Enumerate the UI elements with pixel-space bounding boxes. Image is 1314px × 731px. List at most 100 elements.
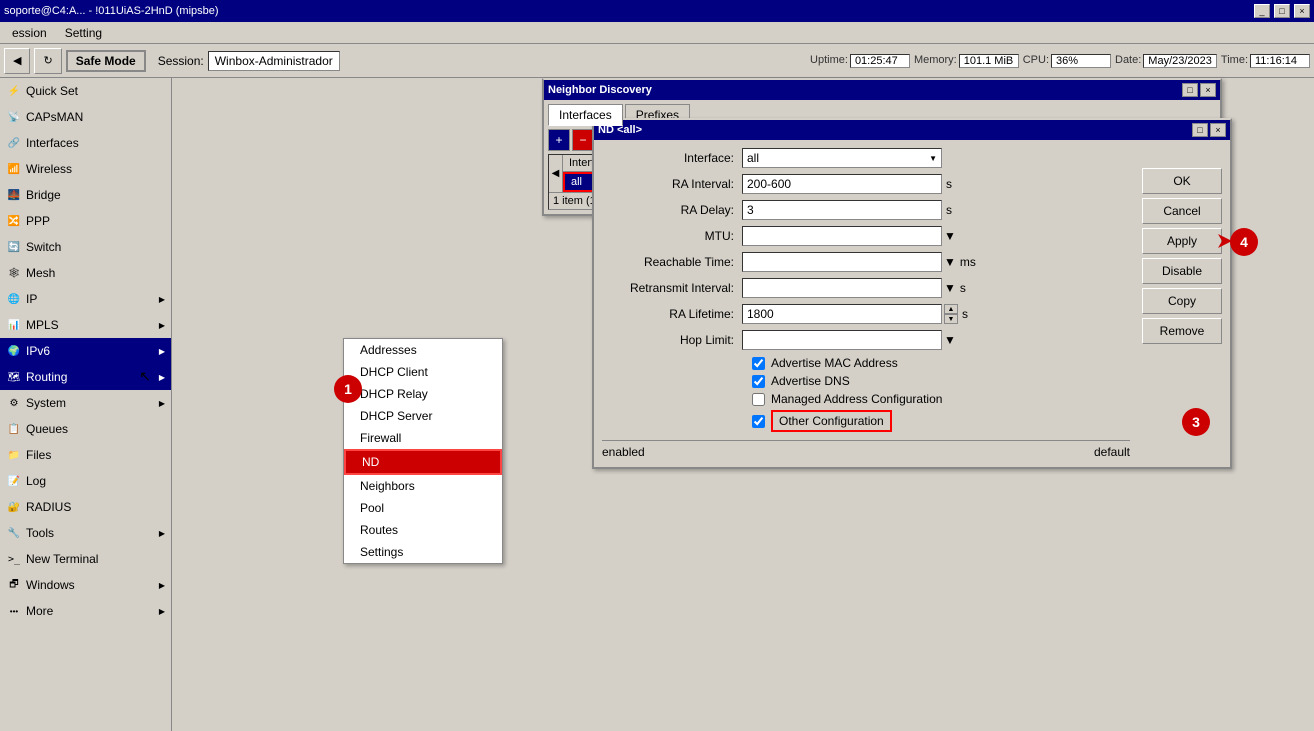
sidebar-item-routing[interactable]: Routing ▶ ↖ (0, 364, 171, 390)
rainterval-input[interactable] (742, 174, 942, 194)
mtu-dropdown-arrow[interactable]: ▼ (944, 229, 956, 243)
sidebar-label-ipv6: IPv6 (26, 344, 155, 358)
menu-session[interactable]: ession (4, 24, 55, 42)
ralifetime-arrows[interactable]: ▲ ▼ (944, 304, 958, 324)
session-value: Winbox-Administrador (208, 51, 340, 71)
sidebar-item-mpls[interactable]: MPLS ▶ (0, 312, 171, 338)
submenu-routes[interactable]: Routes (344, 519, 502, 541)
session-label: Session: (158, 54, 204, 68)
log-icon (6, 473, 22, 489)
nd-add-btn[interactable]: + (548, 129, 570, 151)
sidebar-item-bridge[interactable]: Bridge (0, 182, 171, 208)
nd-copy-btn[interactable]: Copy (1142, 288, 1222, 314)
routing-icon (6, 369, 22, 385)
ralifetime-down[interactable]: ▼ (944, 314, 958, 324)
other-config-checkbox[interactable] (752, 415, 765, 428)
nd-dialog-controls[interactable]: □ × (1192, 123, 1226, 137)
date-label: Date: (1115, 54, 1141, 68)
reachable-input[interactable] (742, 252, 942, 272)
refresh-button[interactable]: ↻ (34, 48, 61, 74)
radelay-input[interactable] (742, 200, 942, 220)
submenu-dhcp-server[interactable]: DHCP Server (344, 405, 502, 427)
hoplimit-input[interactable] (742, 330, 942, 350)
managed-addr-checkbox[interactable] (752, 393, 765, 406)
advertise-dns-label: Advertise DNS (771, 374, 850, 388)
submenu-firewall[interactable]: Firewall (344, 427, 502, 449)
ralifetime-input[interactable] (742, 304, 942, 324)
nd-dialog-title-bar[interactable]: ND <all> □ × (594, 120, 1230, 140)
ralifetime-label: RA Lifetime: (602, 307, 742, 321)
sidebar-item-ppp[interactable]: PPP (0, 208, 171, 234)
routing-arrow: ▶ (159, 373, 165, 382)
tab-interfaces[interactable]: Interfaces (548, 104, 623, 126)
mpls-icon (6, 317, 22, 333)
advertise-dns-checkbox[interactable] (752, 375, 765, 388)
sidebar-item-radius[interactable]: RADIUS (0, 494, 171, 520)
interface-dropdown[interactable]: all ▼ (742, 148, 942, 168)
sidebar-item-log[interactable]: Log (0, 468, 171, 494)
safe-mode-button[interactable]: Safe Mode (66, 50, 146, 72)
sidebar-item-quickset[interactable]: Quick Set (0, 78, 171, 104)
retransmit-input[interactable] (742, 278, 942, 298)
advertise-mac-checkbox[interactable] (752, 357, 765, 370)
hoplimit-dropdown-arrow[interactable]: ▼ (944, 333, 956, 347)
nd-close-btn[interactable]: × (1200, 83, 1216, 97)
nd-window-title-bar[interactable]: Neighbor Discovery □ × (544, 80, 1220, 100)
sidebar-item-newterminal[interactable]: New Terminal (0, 546, 171, 572)
minimize-button[interactable]: _ (1254, 4, 1270, 18)
submenu-nd[interactable]: ND (344, 449, 502, 475)
nd-disable-btn[interactable]: Disable (1142, 258, 1222, 284)
radelay-suffix: s (946, 203, 952, 217)
windows-icon (6, 577, 22, 593)
submenu-dhcp-client[interactable]: DHCP Client (344, 361, 502, 383)
title-bar-controls[interactable]: _ □ × (1254, 4, 1310, 18)
form-row-ralifetime: RA Lifetime: ▲ ▼ s (602, 304, 1130, 324)
maximize-button[interactable]: □ (1274, 4, 1290, 18)
advertise-mac-label: Advertise MAC Address (771, 356, 898, 370)
submenu-dhcp-relay[interactable]: DHCP Relay (344, 383, 502, 405)
sidebar-item-interfaces[interactable]: Interfaces (0, 130, 171, 156)
form-row-interface: Interface: all ▼ (602, 148, 1130, 168)
nd-remove-btn[interactable]: Remove (1142, 318, 1222, 344)
sidebar-item-queues[interactable]: Queues (0, 416, 171, 442)
nd-dialog-close[interactable]: × (1210, 123, 1226, 137)
nd-apply-btn[interactable]: Apply (1142, 228, 1222, 254)
sidebar-item-wireless[interactable]: Wireless (0, 156, 171, 182)
sidebar-label-newterminal: New Terminal (26, 552, 165, 566)
reachable-dropdown-arrow[interactable]: ▼ (944, 255, 956, 269)
sidebar-item-capsman[interactable]: CAPsMAN (0, 104, 171, 130)
sidebar-item-ipv6[interactable]: IPv6 ▶ (0, 338, 171, 364)
submenu-neighbors[interactable]: Neighbors (344, 475, 502, 497)
nd-ok-btn[interactable]: OK (1142, 168, 1222, 194)
reachable-suffix: ms (960, 255, 976, 269)
sidebar-item-system[interactable]: System ▶ (0, 390, 171, 416)
nd-dialog-minimize[interactable]: □ (1192, 123, 1208, 137)
sidebar-item-ip[interactable]: IP ▶ (0, 286, 171, 312)
back-button[interactable]: ◀ (4, 48, 30, 74)
submenu-settings[interactable]: Settings (344, 541, 502, 563)
memory-label: Memory: (914, 54, 957, 68)
submenu-pool[interactable]: Pool (344, 497, 502, 519)
nd-window-controls[interactable]: □ × (1182, 83, 1216, 97)
sidebar-label-mpls: MPLS (26, 318, 155, 332)
nd-scroll-left[interactable]: ◀ (549, 155, 563, 192)
sidebar-item-windows[interactable]: Windows ▶ (0, 572, 171, 598)
close-button[interactable]: × (1294, 4, 1310, 18)
sidebar-item-switch[interactable]: Switch (0, 234, 171, 260)
ralifetime-up[interactable]: ▲ (944, 304, 958, 314)
interface-label: Interface: (602, 151, 742, 165)
checkbox-row-advertise-dns: Advertise DNS (602, 374, 1130, 388)
sidebar-item-more[interactable]: More ▶ (0, 598, 171, 624)
mtu-input[interactable] (742, 226, 942, 246)
nd-cancel-btn[interactable]: Cancel (1142, 198, 1222, 224)
submenu-addresses[interactable]: Addresses (344, 339, 502, 361)
retransmit-dropdown-arrow[interactable]: ▼ (944, 281, 956, 295)
rainterval-suffix: s (946, 177, 952, 191)
title-bar-text: soporte@C4:A... - !011UiAS-2HnD (mipsbe) (4, 5, 219, 17)
sidebar-item-files[interactable]: Files (0, 442, 171, 468)
nd-remove-btn[interactable]: − (572, 129, 594, 151)
sidebar-item-mesh[interactable]: Mesh (0, 260, 171, 286)
menu-setting[interactable]: Setting (57, 24, 110, 42)
nd-minimize-btn[interactable]: □ (1182, 83, 1198, 97)
sidebar-item-tools[interactable]: Tools ▶ (0, 520, 171, 546)
